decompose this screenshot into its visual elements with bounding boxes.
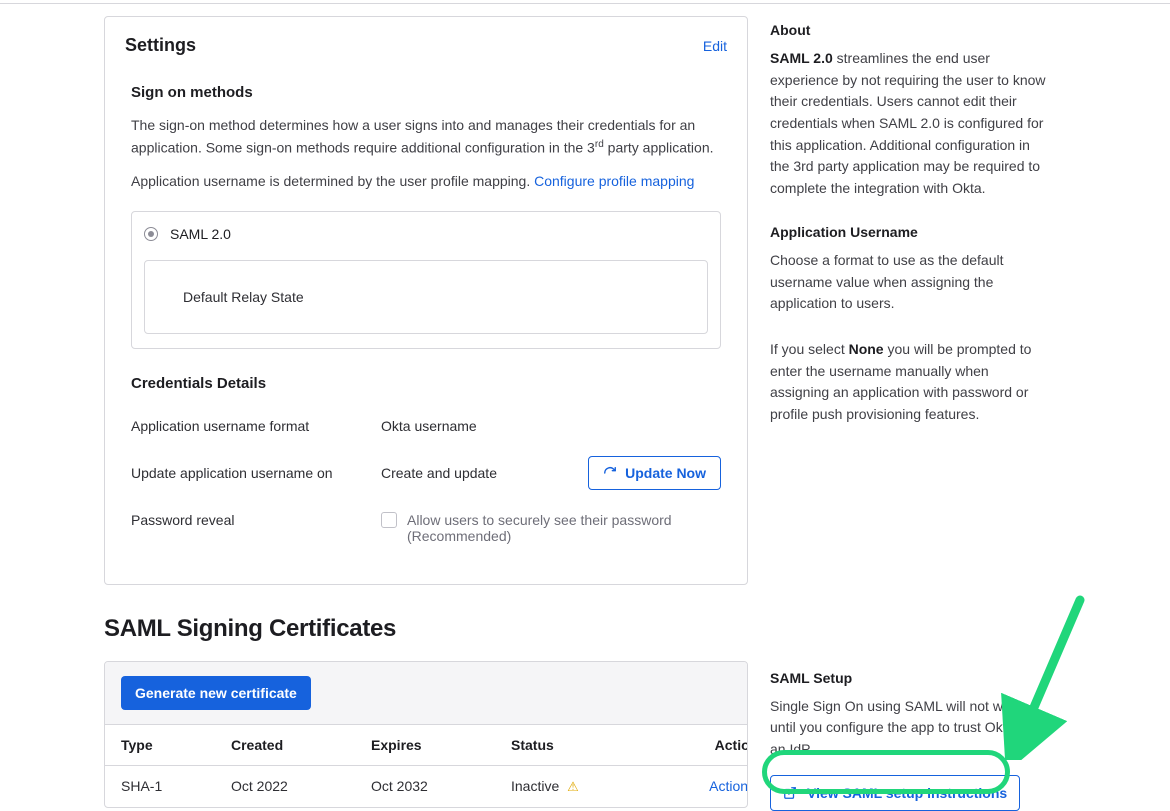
cred-row-value: Allow users to securely see their passwo… xyxy=(407,512,721,544)
cred-row-value: Create and update xyxy=(381,465,497,481)
about-heading: About xyxy=(770,22,1048,38)
row-actions-dropdown[interactable]: Actions ▾ xyxy=(666,778,748,795)
app-username-p2: If you select None you will be prompted … xyxy=(770,339,1048,426)
cred-row-label: Password reveal xyxy=(131,512,381,528)
cell-created: Oct 2022 xyxy=(231,778,371,794)
saml-method-box: SAML 2.0 Default Relay State xyxy=(131,211,721,349)
cred-row-label: Update application username on xyxy=(131,465,381,481)
saml-setup-text: Single Sign On using SAML will not work … xyxy=(770,696,1048,761)
app-username-p1: Choose a format to use as the default us… xyxy=(770,250,1048,315)
col-actions: Actions xyxy=(666,737,748,753)
password-reveal-checkbox[interactable] xyxy=(381,512,397,528)
generate-certificate-button[interactable]: Generate new certificate xyxy=(121,676,311,710)
table-header-row: Type Created Expires Status Actions xyxy=(105,725,747,766)
default-relay-state-label: Default Relay State xyxy=(144,260,708,334)
about-paragraph-1: SAML 2.0 streamlines the end user experi… xyxy=(770,48,1048,200)
certificates-heading: SAML Signing Certificates xyxy=(104,615,748,643)
cell-type: SHA-1 xyxy=(121,778,231,794)
cred-row-label: Application username format xyxy=(131,418,381,434)
configure-profile-mapping-link[interactable]: Configure profile mapping xyxy=(534,173,694,189)
saml-radio[interactable] xyxy=(144,227,158,241)
view-saml-setup-button[interactable]: View SAML setup instructions xyxy=(770,775,1020,811)
warning-icon: ⚠ xyxy=(567,779,579,795)
settings-card: Settings Edit Sign on methods The sign-o… xyxy=(104,16,748,585)
saml-setup-heading: SAML Setup xyxy=(770,670,1048,686)
external-link-icon xyxy=(783,786,797,800)
cell-status: Inactive ⚠ xyxy=(511,778,666,795)
col-type: Type xyxy=(121,737,231,753)
saml-radio-label: SAML 2.0 xyxy=(170,226,231,242)
col-expires: Expires xyxy=(371,737,511,753)
sign-on-description-2: Application username is determined by th… xyxy=(131,171,721,193)
cred-row-value: Okta username xyxy=(381,418,721,434)
table-row: SHA-1 Oct 2022 Oct 2032 Inactive ⚠ Actio… xyxy=(105,766,747,807)
app-username-heading: Application Username xyxy=(770,224,1048,240)
refresh-icon xyxy=(603,466,617,480)
edit-button[interactable]: Edit xyxy=(703,38,727,54)
sign-on-heading: Sign on methods xyxy=(131,84,721,101)
credentials-heading: Credentials Details xyxy=(131,375,721,392)
certificates-table: Generate new certificate Type Created Ex… xyxy=(104,661,748,808)
update-now-button[interactable]: Update Now xyxy=(588,456,721,490)
sign-on-description-1: The sign-on method determines how a user… xyxy=(131,115,721,159)
cell-expires: Oct 2032 xyxy=(371,778,511,794)
col-created: Created xyxy=(231,737,371,753)
settings-title: Settings xyxy=(125,35,196,56)
col-status: Status xyxy=(511,737,666,753)
